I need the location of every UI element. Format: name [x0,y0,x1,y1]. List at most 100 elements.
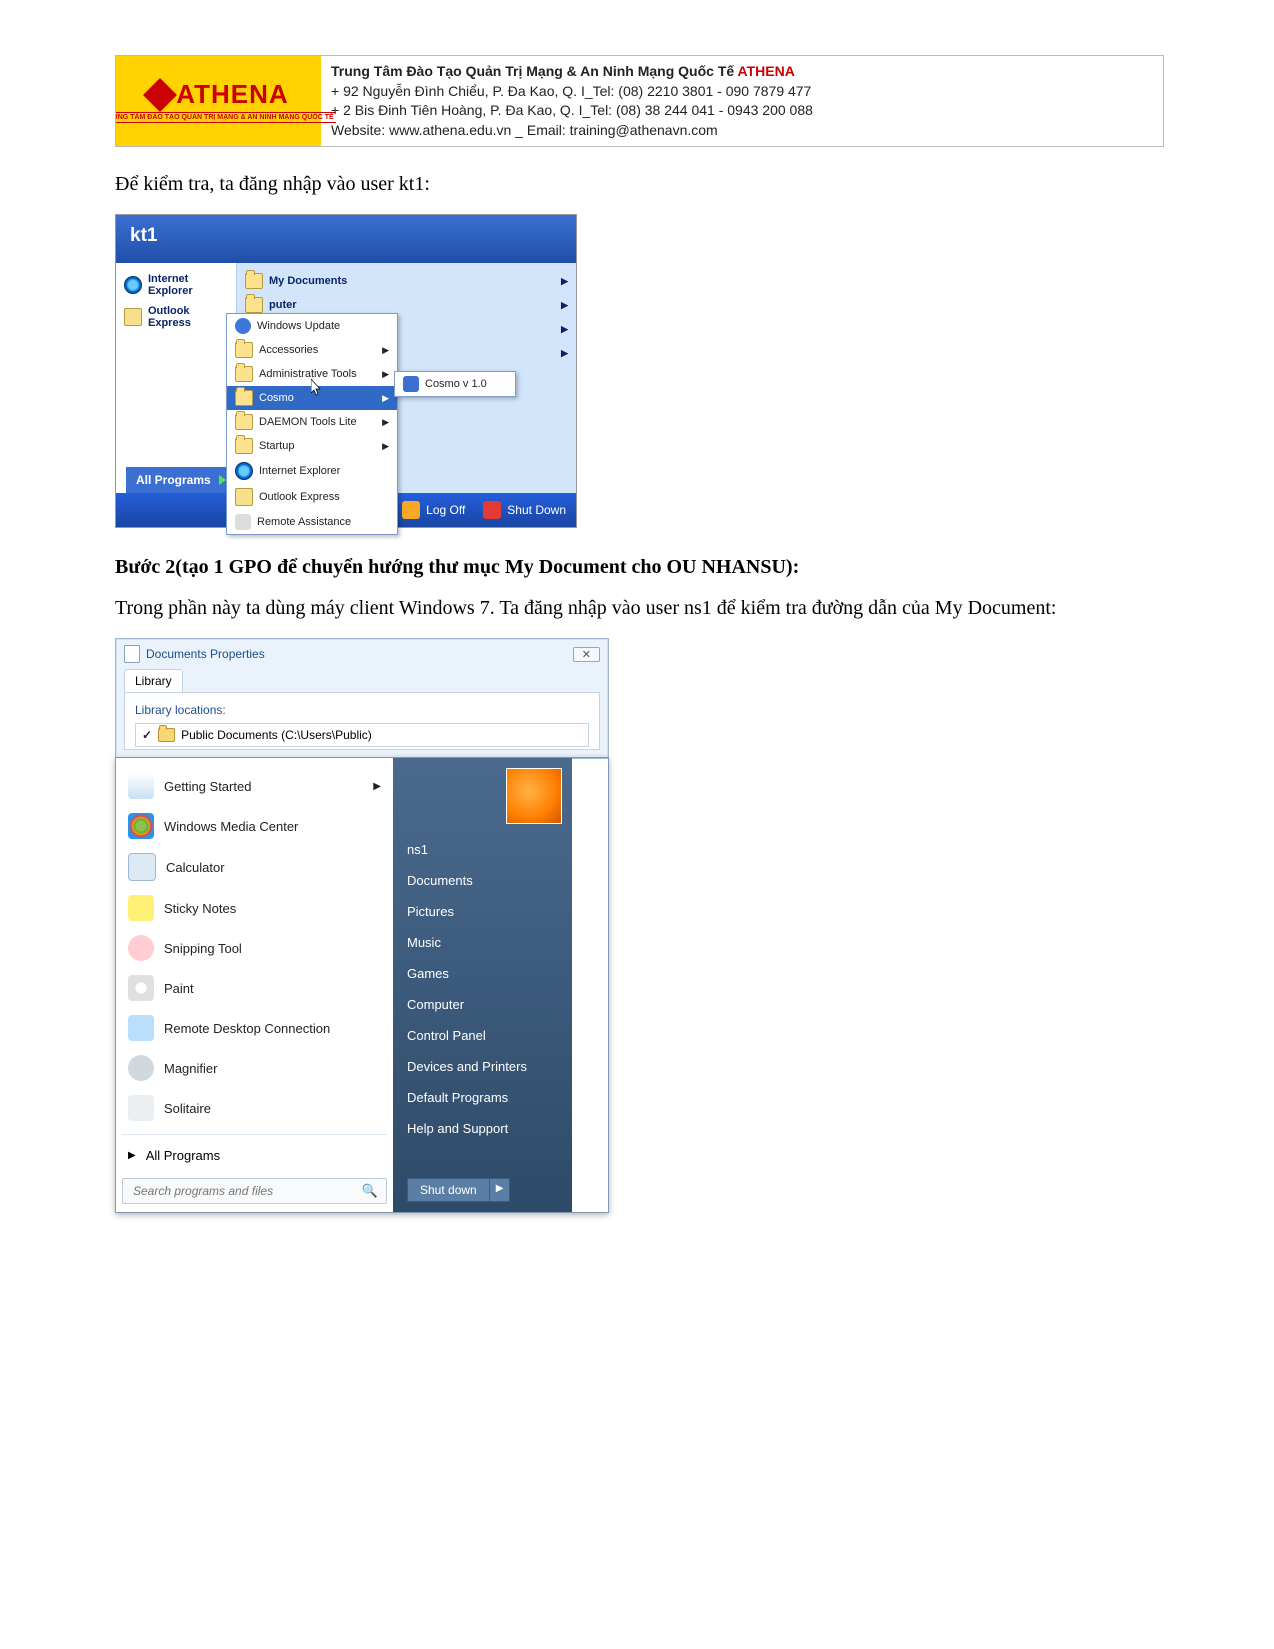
header-banner: ATHENA TRUNG TÂM ĐÀO TẠO QUẢN TRỊ MẠNG &… [115,55,1164,147]
mag-icon [128,1055,154,1081]
submenu-item-daemon[interactable]: DAEMON Tools Lite ▶ [227,410,397,434]
search-box[interactable]: 🔍 [122,1178,387,1204]
program-item-getting-started[interactable]: Getting Started▶ [122,766,387,806]
paint-icon [128,975,154,1001]
submenu-item-cosmo-v1[interactable]: Cosmo v 1.0 [395,372,515,396]
tab-library[interactable]: Library [124,669,183,692]
right-link-default-programs[interactable]: Default Programs [407,1082,562,1113]
shutdown-split-button[interactable]: Shut down ▶ [407,1178,562,1202]
folder-icon [235,414,253,430]
folder-icon [245,297,263,313]
program-label: Calculator [166,860,225,875]
win7-right-column: ns1 DocumentsPicturesMusicGamesComputerC… [393,758,572,1212]
shutdown-button[interactable]: Shut Down [483,501,566,519]
right-link-music[interactable]: Music [407,927,562,958]
library-panel: Library locations: ✓ Public Documents (C… [124,692,600,750]
submenu-label: Internet Explorer [259,465,340,477]
submenu-item-remote-assist[interactable]: Remote Assistance [227,510,397,534]
logoff-label: Log Off [426,503,465,517]
right-link-devices-and-printers[interactable]: Devices and Printers [407,1051,562,1082]
xp-start-menu: kt1 Internet Explorer Outlook Express Al… [115,214,577,528]
logo-subtitle: TRUNG TÂM ĐÀO TẠO QUẢN TRỊ MẠNG & AN NIN… [115,112,336,123]
xp-right-mydocs[interactable]: My Documents ▶ [237,269,576,293]
program-item-snipping-tool[interactable]: Snipping Tool [122,928,387,968]
submenu-item-startup[interactable]: Startup ▶ [227,434,397,458]
outlook-express-icon [235,488,253,506]
user-avatar[interactable] [506,768,562,824]
chevron-right-icon: ▶ [561,348,568,359]
folder-icon [245,273,263,289]
xp-pinned-oe[interactable]: Outlook Express [116,301,236,333]
step2-heading: Bước 2(tạo 1 GPO để chuyển hướng thư mục… [115,556,1164,579]
program-label: Snipping Tool [164,941,242,956]
program-item-sticky-notes[interactable]: Sticky Notes [122,888,387,928]
right-user-name[interactable]: ns1 [407,834,562,865]
program-label: Paint [164,981,194,996]
close-button[interactable]: ✕ [573,647,600,662]
xp-right-label: My Documents [269,275,347,287]
dialog-title: Documents Properties [146,647,265,661]
mouse-cursor-icon [311,379,323,397]
program-item-calculator[interactable]: Calculator [122,846,387,888]
document-icon [124,645,140,663]
program-item-paint[interactable]: Paint [122,968,387,1008]
submenu-item-ie[interactable]: Internet Explorer [227,458,397,484]
program-item-magnifier[interactable]: Magnifier [122,1048,387,1088]
win7-screenshot: Documents Properties ✕ Library Library l… [115,638,609,1213]
shutdown-label: Shut Down [507,503,566,517]
program-item-solitaire[interactable]: Solitaire [122,1088,387,1128]
all-programs-label: All Programs [146,1148,220,1163]
separator [122,1134,387,1135]
search-input[interactable] [131,1183,356,1199]
right-link-computer[interactable]: Computer [407,989,562,1020]
submenu-label: DAEMON Tools Lite [259,416,357,428]
xp-pinned-ie[interactable]: Internet Explorer [116,269,236,301]
calc-icon [128,853,156,881]
chevron-right-icon: ▶ [561,300,568,311]
library-location-path: Public Documents (C:\Users\Public) [181,728,372,742]
remote-assistance-icon [235,514,251,530]
shutdown-icon [483,501,501,519]
submenu-label: Cosmo [259,392,294,404]
xp-user-label: kt1 [116,215,576,263]
header-addr1: + 92 Nguyễn Đình Chiểu, P. Đa Kao, Q. I_… [331,82,1153,102]
right-link-documents[interactable]: Documents [407,865,562,896]
win7-programs-list: Getting Started▶Windows Media CenterCalc… [116,758,393,1212]
right-link-games[interactable]: Games [407,958,562,989]
logoff-button[interactable]: Log Off [402,501,465,519]
right-link-control-panel[interactable]: Control Panel [407,1020,562,1051]
submenu-label: Outlook Express [259,491,340,503]
submenu-item-oe[interactable]: Outlook Express [227,484,397,510]
notes-icon [128,895,154,921]
folder-icon [235,390,253,406]
all-programs-button[interactable]: ▶ All Programs [122,1141,387,1170]
gs-icon [128,773,154,799]
shutdown-menu-arrow[interactable]: ▶ [490,1178,511,1202]
intro-text: Để kiểm tra, ta đăng nhập vào user kt1: [115,173,1164,196]
logo: ATHENA TRUNG TÂM ĐÀO TẠO QUẢN TRỊ MẠNG &… [116,56,321,146]
documents-properties-dialog: Documents Properties ✕ Library Library l… [115,638,609,759]
program-item-windows-media-center[interactable]: Windows Media Center [122,806,387,846]
library-location-row[interactable]: ✓ Public Documents (C:\Users\Public) [135,723,589,747]
xp-pinned-label: Outlook Express [148,305,228,329]
submenu-item-windows-update[interactable]: Windows Update [227,314,397,338]
program-label: Windows Media Center [164,819,298,834]
program-label: Remote Desktop Connection [164,1021,330,1036]
windows-update-icon [235,318,251,334]
right-link-help-and-support[interactable]: Help and Support [407,1113,562,1144]
logo-diamond-icon [143,78,177,112]
program-label: Solitaire [164,1101,211,1116]
program-label: Getting Started [164,779,251,794]
submenu-item-accessories[interactable]: Accessories ▶ [227,338,397,362]
chevron-right-icon: ▶ [561,324,568,335]
chevron-right-icon: ▶ [382,393,389,404]
chevron-right-icon [219,475,226,485]
program-label: Sticky Notes [164,901,236,916]
xp-cosmo-submenu: Cosmo v 1.0 [394,371,516,397]
chevron-right-icon: ▶ [128,1150,136,1161]
check-icon: ✓ [142,728,152,742]
program-item-remote-desktop-connection[interactable]: Remote Desktop Connection [122,1008,387,1048]
folder-icon [235,342,253,358]
right-link-pictures[interactable]: Pictures [407,896,562,927]
shutdown-label[interactable]: Shut down [407,1178,490,1202]
